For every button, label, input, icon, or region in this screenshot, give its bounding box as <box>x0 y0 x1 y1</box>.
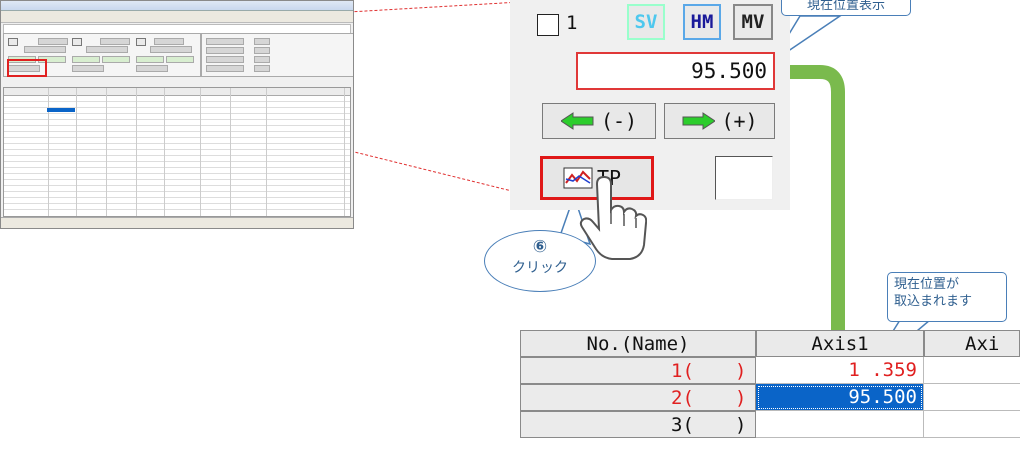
axis1-cell-selected[interactable]: 95.500 <box>756 384 924 411</box>
row-number-cell[interactable]: 1( ) <box>520 357 756 384</box>
position-table: No.(Name) Axis1 Axi 1( ) 1 .359 2( ) 95.… <box>520 330 1020 467</box>
axis1-cell[interactable]: 1 .359 <box>756 357 924 384</box>
thumbnail-title-bar <box>1 1 353 11</box>
step-number: ⑥ <box>532 237 548 257</box>
header-axis2: Axi <box>924 330 1020 357</box>
callout-position-loaded: 現在位置が 取込まれます <box>887 272 1007 322</box>
thumbnail-settings-panel <box>201 33 353 77</box>
axis2-cell[interactable] <box>924 357 1020 384</box>
axis-control-panel: 1 SV HM MV 95.500 (-) (+) TP <box>510 0 790 210</box>
row-number-cell[interactable]: 2( ) <box>520 384 756 411</box>
header-axis1: Axis1 <box>756 330 924 357</box>
callout-current-position: 現在位置表示 <box>781 0 911 16</box>
callout-step-click: ⑥ クリック <box>484 230 596 292</box>
jog-plus-button[interactable]: (+) <box>664 103 775 139</box>
axis-checkbox[interactable] <box>537 14 559 36</box>
axis-checkbox-label: 1 <box>566 12 578 34</box>
click-label: クリック <box>512 260 568 276</box>
software-window-thumbnail <box>0 0 354 229</box>
table-row[interactable]: 2( ) 95.500 <box>520 384 1020 411</box>
thumbnail-position-table <box>3 87 351 217</box>
header-no-name: No.(Name) <box>520 330 756 357</box>
axis2-cell[interactable] <box>924 411 1020 438</box>
axis1-cell[interactable] <box>756 411 924 438</box>
mv-button[interactable]: MV <box>733 4 773 40</box>
sv-button[interactable]: SV <box>627 4 665 40</box>
tp-indicator-box <box>715 156 773 200</box>
current-position-display: 95.500 <box>576 52 775 90</box>
table-row[interactable]: 3( ) <box>520 411 1020 438</box>
thumbnail-selected-cell <box>47 108 75 112</box>
jog-minus-label: (-) <box>600 109 638 133</box>
arrow-right-icon <box>682 112 716 130</box>
hm-button[interactable]: HM <box>683 4 721 40</box>
thumbnail-status-bar <box>1 217 353 228</box>
table-row[interactable]: 1( ) 1 .359 <box>520 357 1020 384</box>
arrow-left-icon <box>560 112 594 130</box>
jog-plus-label: (+) <box>721 109 758 133</box>
jog-minus-button[interactable]: (-) <box>542 103 656 139</box>
axis2-cell[interactable] <box>924 384 1020 411</box>
thumbnail-toolbar <box>1 11 353 23</box>
row-number-cell[interactable]: 3( ) <box>520 411 756 438</box>
table-header-row: No.(Name) Axis1 Axi <box>520 330 1020 357</box>
thumbnail-highlight-box <box>7 59 47 77</box>
